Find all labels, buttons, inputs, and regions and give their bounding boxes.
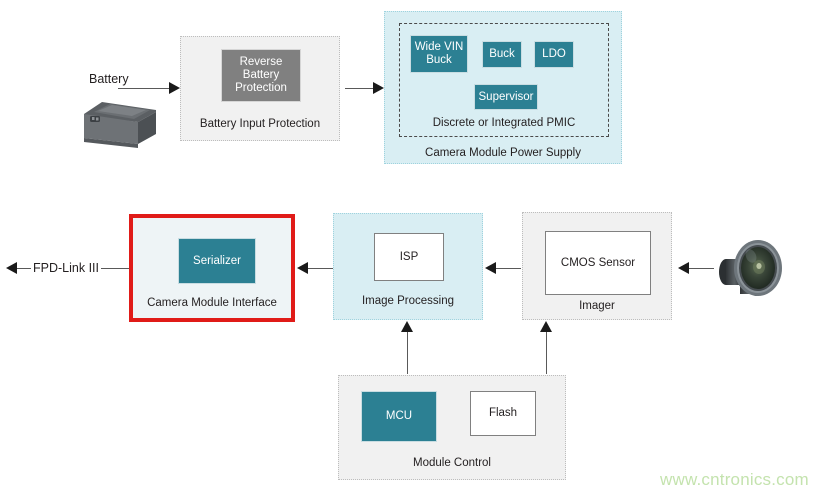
group-imager-label: Imager — [579, 300, 615, 312]
block-wide-vin-buck-label: Wide VIN Buck — [414, 41, 464, 66]
group-module-control-label: Module Control — [413, 457, 491, 469]
block-buck-label: Buck — [489, 48, 515, 60]
connector-isp-to-serializer — [307, 268, 333, 269]
block-ldo-label: LDO — [542, 48, 566, 60]
block-isp[interactable]: ISP — [374, 233, 444, 281]
block-serializer[interactable]: Serializer — [178, 238, 256, 284]
block-reverse-battery-protection[interactable]: Reverse Battery Protection — [221, 49, 301, 102]
pmic-dashed-area: Wide VIN Buck Buck LDO Supervisor Discre… — [399, 23, 609, 137]
arrowhead-protection-to-power — [373, 82, 384, 94]
camera-lens-icon — [719, 240, 782, 296]
block-cmos-sensor[interactable]: CMOS Sensor — [545, 231, 651, 295]
group-image-processing-label: Image Processing — [361, 295, 455, 307]
connector-battery-to-protection — [118, 88, 170, 89]
group-camera-module-power-supply-label: Camera Module Power Supply — [425, 147, 581, 159]
block-supervisor-label: Supervisor — [478, 90, 534, 103]
block-ldo[interactable]: LDO — [534, 41, 574, 68]
group-camera-module-interface-label: Camera Module Interface — [147, 297, 277, 309]
arrowhead-fpd-link-out — [6, 262, 17, 274]
block-mcu-label: MCU — [385, 410, 413, 422]
block-mcu[interactable]: MCU — [361, 391, 437, 442]
block-flash-label: Flash — [488, 407, 518, 419]
arrowhead-isp-to-serializer — [297, 262, 308, 274]
block-serializer-label: Serializer — [193, 254, 241, 267]
block-isp-label: ISP — [399, 250, 419, 263]
arrowhead-sensor-to-isp — [485, 262, 496, 274]
block-wide-vin-buck[interactable]: Wide VIN Buck — [410, 35, 468, 73]
block-supervisor[interactable]: Supervisor — [474, 84, 538, 110]
block-flash[interactable]: Flash — [470, 391, 536, 436]
connector-control-to-image-processing — [407, 330, 408, 374]
pmic-area-label: Discrete or Integrated PMIC — [432, 117, 576, 129]
connector-control-to-imager — [546, 330, 547, 374]
arrowhead-control-to-image-processing — [401, 321, 413, 332]
connector-lens-to-imager — [688, 268, 714, 269]
group-battery-input-protection: Reverse Battery Protection Battery Input… — [180, 36, 340, 141]
group-imager: CMOS Sensor Imager — [522, 212, 672, 320]
fpd-link-edge-label: FPD-Link III — [31, 261, 101, 275]
block-buck[interactable]: Buck — [482, 41, 522, 68]
group-image-processing: ISP Image Processing — [333, 213, 483, 320]
arrowhead-control-to-imager — [540, 321, 552, 332]
site-watermark: www.cntronics.com — [660, 470, 809, 489]
block-cmos-sensor-label: CMOS Sensor — [560, 256, 636, 269]
group-camera-module-interface[interactable]: Serializer Camera Module Interface — [129, 214, 295, 322]
group-camera-module-power-supply: Wide VIN Buck Buck LDO Supervisor Discre… — [384, 11, 622, 164]
car-battery-icon — [84, 102, 156, 148]
arrowhead-battery-to-protection — [169, 82, 180, 94]
diagram-canvas: Battery Reverse Battery Protection Batte… — [0, 0, 836, 500]
group-battery-input-protection-label: Battery Input Protection — [199, 118, 321, 130]
connector-sensor-to-isp — [495, 268, 521, 269]
arrowhead-lens-to-imager — [678, 262, 689, 274]
group-module-control: MCU Flash Module Control — [338, 375, 566, 480]
battery-edge-label: Battery — [89, 72, 129, 86]
block-reverse-battery-protection-label: Reverse Battery Protection — [235, 56, 287, 94]
